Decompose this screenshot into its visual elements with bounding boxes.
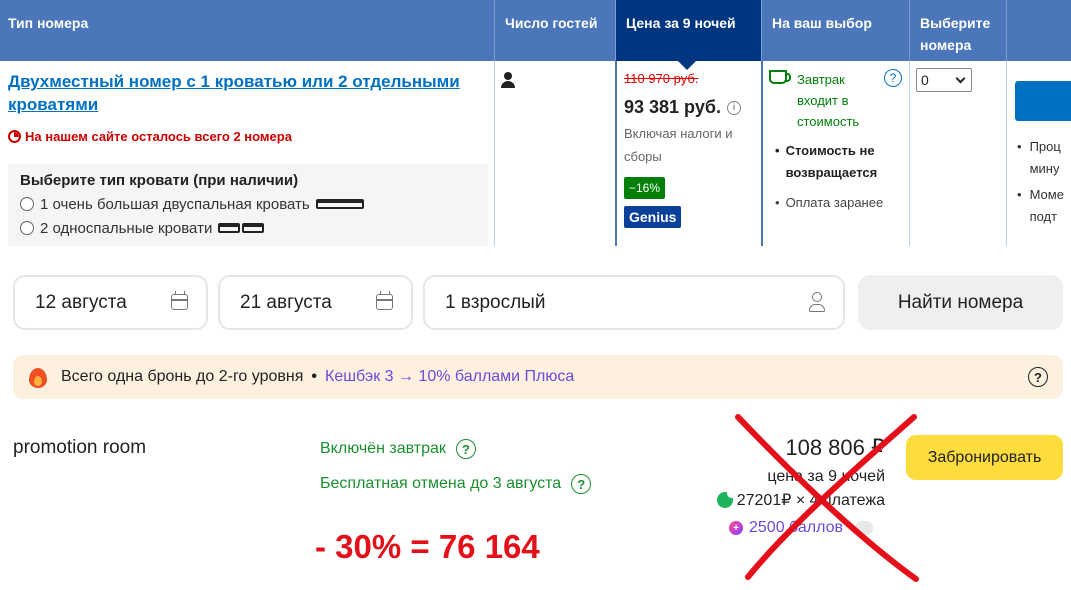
reserve-note: • Проц мину [1017, 139, 1061, 176]
discount-badge: −16% [624, 177, 666, 199]
book-button[interactable]: Забронировать [906, 435, 1063, 480]
help-icon[interactable]: ? [1028, 367, 1048, 387]
header-room-type: Тип номера [0, 0, 495, 61]
column-divider [1006, 61, 1007, 246]
plus-points[interactable]: + 2500 баллов [729, 519, 873, 537]
separator-dot: • [311, 368, 317, 385]
bed-option-label: 1 очень большая двуспальная кровать [40, 195, 310, 213]
bed-type-title: Выберите тип кровати (при наличии) [20, 172, 299, 189]
checkin-date-value: 12 августа [35, 291, 127, 313]
plus-points-text: 2500 баллов [749, 519, 843, 536]
scarcity-notice: На нашем сайте осталось всего 2 номера [8, 129, 292, 144]
term-prepay: • Оплата заранее [775, 195, 884, 210]
breakfast-included-line: Включён завтрак ? [320, 439, 476, 459]
term-non-refundable: • Стоимость не возвращается [775, 143, 878, 180]
checkin-date-field[interactable]: 12 августа [13, 275, 208, 330]
help-icon[interactable]: ? [571, 474, 592, 494]
chevron-down-icon [955, 73, 966, 83]
help-icon[interactable]: ? [455, 439, 476, 459]
offer-price-note: цена за 9 ночей [767, 468, 885, 485]
clock-icon [8, 130, 21, 143]
person-icon [809, 292, 825, 312]
header-select-rooms: Выберите номера [910, 0, 1007, 61]
room-name-link[interactable]: Двухместный номер с 1 кроватью или 2 отд… [8, 70, 478, 116]
more-icon[interactable] [854, 521, 873, 535]
help-icon[interactable]: ? [884, 69, 902, 87]
info-icon[interactable]: i [726, 100, 741, 115]
split-payment-text: 27201₽ × 4 платежа [736, 492, 885, 509]
offer-room-title: promotion room [13, 437, 147, 458]
old-price: 110 970 руб. [624, 71, 699, 86]
calendar-icon [376, 291, 393, 310]
checkout-date-value: 21 августа [240, 291, 332, 313]
guests-value: 1 взрослый [445, 291, 546, 313]
header-guests: Число гостей [495, 0, 616, 61]
handwritten-discount-annotation: - 30% = 76 164 [315, 528, 540, 565]
checkout-date-field[interactable]: 21 августа [218, 275, 413, 330]
table-header: Тип номера Число гостей Цена за 9 ночей … [0, 0, 1071, 61]
breakfast-text: Включён завтрак [320, 440, 446, 457]
person-icon [501, 72, 515, 88]
plus-points-icon: + [729, 521, 743, 535]
fire-icon [29, 366, 47, 388]
bed-type-selector: Выберите тип кровати (при наличии) 1 оче… [8, 164, 488, 246]
column-divider [909, 61, 910, 246]
reserve-button[interactable] [1015, 81, 1071, 121]
tax-note: Включая налоги и сборы [624, 126, 733, 164]
scarcity-text: На нашем сайте осталось всего 2 номера [25, 129, 292, 144]
active-column-caret [676, 59, 698, 70]
column-divider [494, 61, 495, 246]
header-your-choice: На ваш выбор [762, 0, 910, 61]
offer-price: 108 806 ₽ [785, 435, 885, 460]
column-divider [761, 61, 763, 246]
booking-terms: • Стоимость не возвращается • Оплата заран… [775, 140, 905, 214]
cancellation-text: Бесплатная отмена до 3 августа [320, 475, 562, 492]
double-bed-icon [315, 199, 364, 209]
current-price-value: 93 381 руб. [624, 97, 721, 117]
header-price: Цена за 9 ночей [616, 0, 762, 61]
reserve-note: • Моме подт [1017, 187, 1064, 224]
header-extra [1007, 0, 1071, 61]
radio-button[interactable] [20, 197, 34, 211]
split-payment: 27201₽ × 4 платежа [716, 490, 885, 510]
bed-option-label: 2 односпальные кровати [40, 219, 213, 237]
calendar-icon [171, 291, 188, 310]
plus-level-banner: Всего одна бронь до 2-го уровня • Кешбэк… [13, 355, 1063, 399]
breakfast-included: Завтрак входит в стоимость [797, 72, 860, 129]
guests-field[interactable]: 1 взрослый [423, 275, 845, 330]
reserve-notes: • Проц мину • Моме подт [1017, 136, 1071, 228]
current-price: 93 381 руб. i [624, 97, 741, 118]
split-payment-icon [716, 492, 733, 508]
free-cancellation-line: Бесплатная отмена до 3 августа ? [320, 474, 592, 494]
banner-text: Всего одна бронь до 2-го уровня [61, 368, 304, 385]
radio-button[interactable] [20, 221, 34, 235]
column-divider [615, 61, 617, 246]
room-quantity-value: 0 [921, 72, 929, 88]
find-rooms-button[interactable]: Найти номера [858, 275, 1063, 330]
room-quantity-select[interactable]: 0 [916, 68, 972, 92]
genius-badge: Genius [624, 206, 682, 228]
rooms-table: Тип номера Число гостей Цена за 9 ночей … [0, 0, 1071, 246]
cashback-link[interactable]: Кешбэк 3 → 10% баллами Плюса [325, 368, 574, 386]
bed-option-twin[interactable]: 2 односпальные кровати [20, 216, 476, 240]
twin-bed-icon [218, 223, 265, 233]
bed-option-double[interactable]: 1 очень большая двуспальная кровать [20, 192, 476, 216]
